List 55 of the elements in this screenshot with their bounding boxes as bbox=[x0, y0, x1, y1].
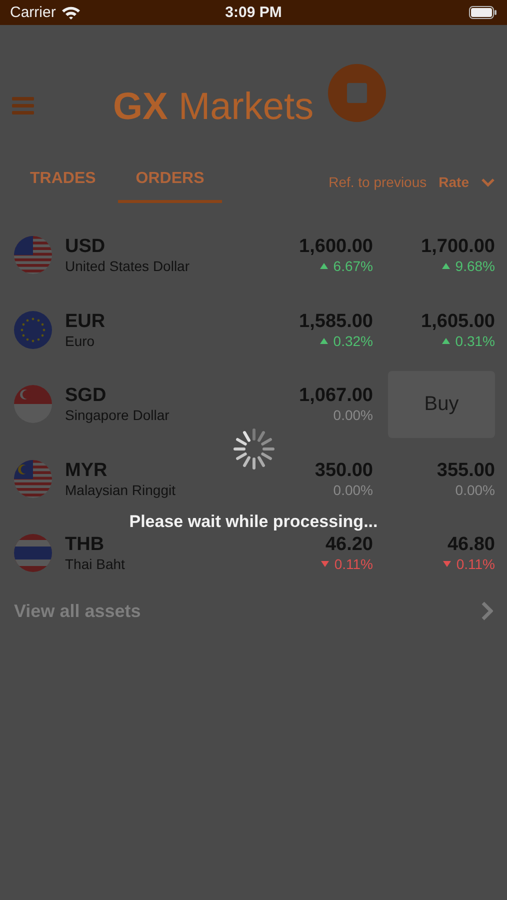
loading-spinner-icon bbox=[232, 427, 276, 471]
bid-change: 0.32% bbox=[320, 332, 373, 349]
flag-icon bbox=[14, 385, 52, 424]
buy-button[interactable]: Buy bbox=[388, 370, 495, 438]
reference-label: Ref. to previous bbox=[328, 174, 427, 190]
app-title: GX Markets bbox=[113, 86, 314, 128]
bid-price: 1,067.00 bbox=[299, 385, 373, 408]
ask-change: 0.00% bbox=[455, 482, 495, 498]
battery-icon bbox=[469, 6, 497, 19]
bid-change: 6.67% bbox=[320, 258, 373, 274]
up-triangle-icon bbox=[320, 338, 328, 344]
ask-price: 1,605.00 bbox=[421, 310, 495, 333]
currency-name: Singapore Dollar bbox=[65, 407, 170, 424]
currency-code: THB bbox=[65, 534, 106, 556]
bid-price: 1,585.00 bbox=[299, 310, 373, 333]
currency-code: EUR bbox=[65, 310, 106, 333]
bid-price: 350.00 bbox=[314, 460, 373, 482]
currency-name: United States Dollar bbox=[65, 258, 191, 274]
ask-change: 9.68% bbox=[442, 258, 495, 274]
currency-name: Euro bbox=[65, 332, 96, 349]
wifi-icon bbox=[60, 5, 81, 20]
up-triangle-icon bbox=[442, 338, 450, 344]
currency-code: USD bbox=[65, 236, 106, 258]
currency-code: SGD bbox=[65, 385, 108, 408]
down-triangle-icon bbox=[443, 561, 452, 568]
logo-icon bbox=[328, 64, 386, 122]
menu-icon[interactable] bbox=[12, 97, 34, 115]
sort-dropdown[interactable]: Rate bbox=[438, 174, 495, 190]
chevron-down-icon bbox=[481, 178, 495, 186]
clock-time: 3:09 PM bbox=[225, 4, 282, 21]
tab[interactable]: TRADES bbox=[18, 162, 108, 202]
flag-icon bbox=[14, 236, 52, 274]
flag-icon bbox=[14, 534, 52, 572]
currency-name: Malaysian Ringgit bbox=[65, 482, 176, 498]
tab[interactable]: ORDERS bbox=[118, 162, 222, 202]
down-triangle-icon bbox=[321, 561, 330, 568]
currency-name: Thai Baht bbox=[65, 556, 126, 572]
carrier-label: Carrier bbox=[10, 4, 56, 21]
ask-price: 1,700.00 bbox=[421, 236, 495, 258]
flag-icon bbox=[14, 460, 52, 498]
chevron-right-icon[interactable] bbox=[481, 601, 493, 621]
ask-price: 46.80 bbox=[447, 534, 495, 556]
up-triangle-icon bbox=[320, 263, 328, 270]
bid-change: 0.11% bbox=[321, 556, 373, 572]
ask-price: 355.00 bbox=[436, 460, 495, 482]
bid-change: 0.00% bbox=[333, 482, 373, 498]
loading-message: Please wait while processing... bbox=[129, 512, 378, 532]
up-triangle-icon bbox=[442, 263, 450, 270]
currency-code: MYR bbox=[65, 460, 108, 482]
bid-price: 46.20 bbox=[325, 534, 373, 556]
flag-icon bbox=[14, 310, 52, 349]
bid-change: 0.00% bbox=[333, 407, 373, 424]
ask-change: 0.11% bbox=[443, 556, 495, 572]
bid-price: 1,600.00 bbox=[299, 236, 373, 258]
ask-change: 0.31% bbox=[442, 332, 495, 349]
